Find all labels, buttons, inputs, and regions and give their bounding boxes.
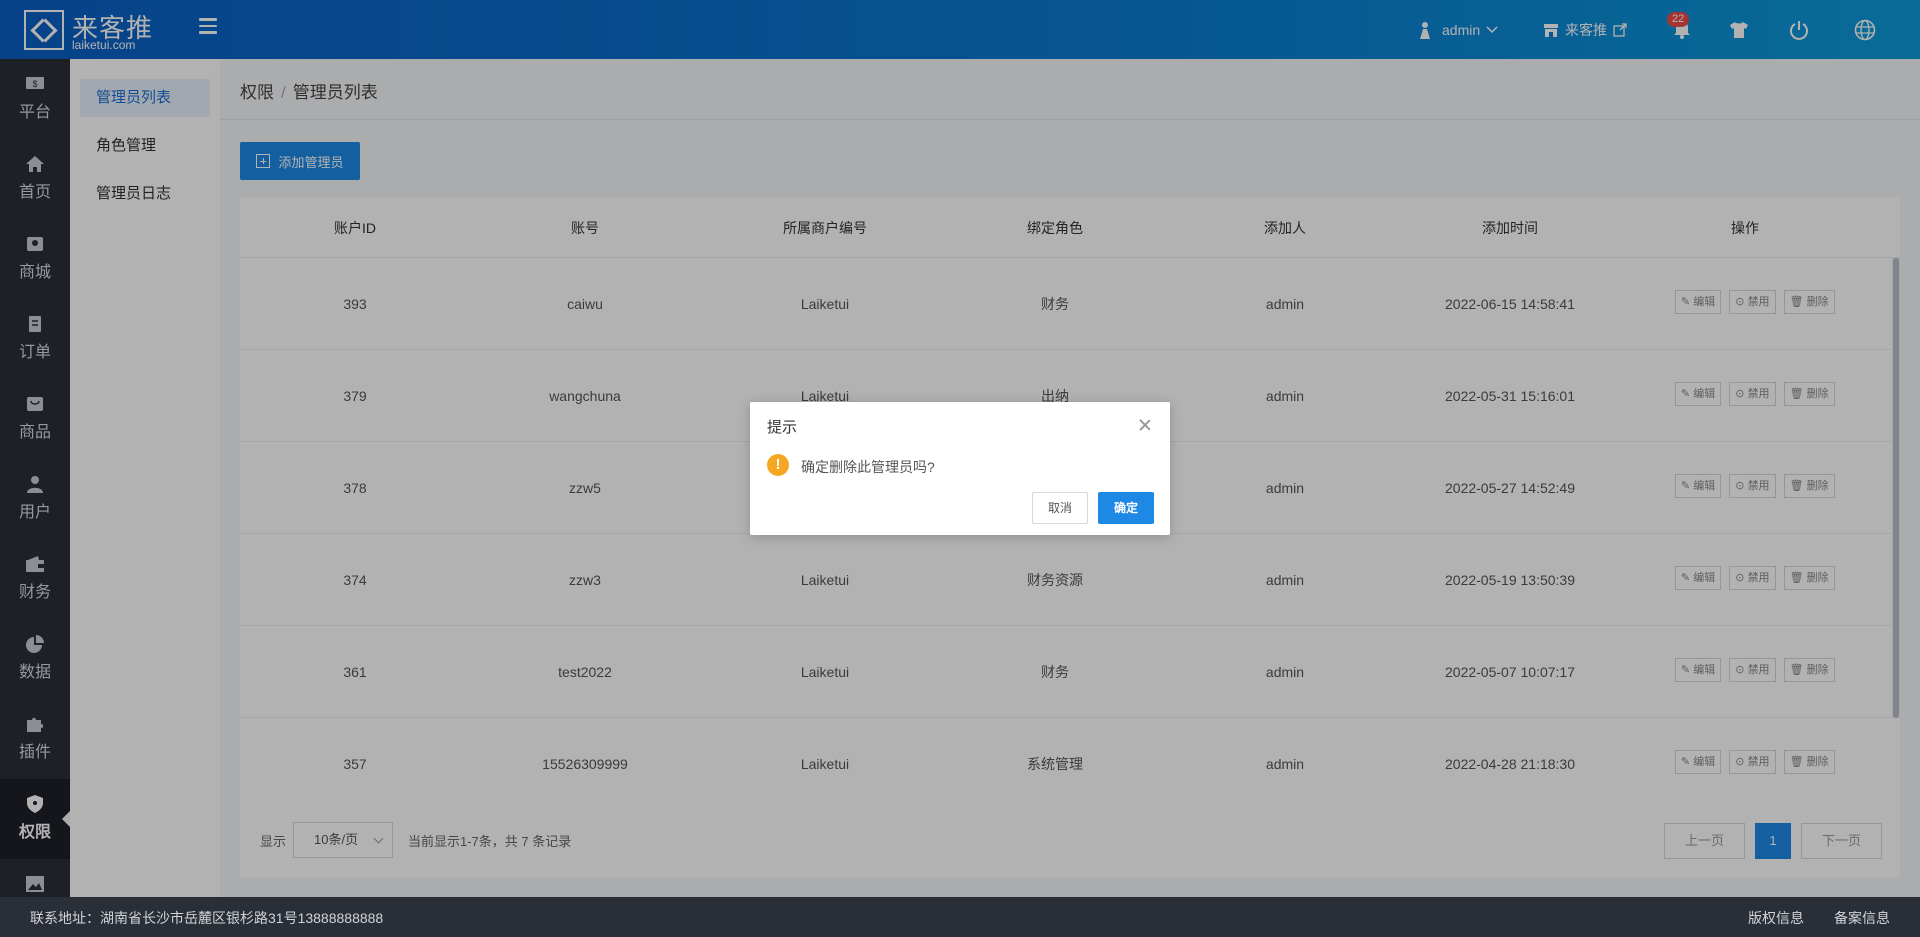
confirm-button[interactable]: 确定 [1098,492,1154,524]
footer: 联系地址：湖南省长沙市岳麓区银杉路31号13888888888 版权信息 备案信… [0,897,1920,937]
warning-icon: ! [767,454,789,476]
beian-link[interactable]: 备案信息 [1834,908,1890,928]
dialog-title: 提示 [767,419,798,436]
cancel-button[interactable]: 取消 [1032,492,1088,524]
footer-address: 联系地址：湖南省长沙市岳麓区银杉路31号13888888888 [30,910,384,926]
copyright-link[interactable]: 版权信息 [1748,908,1804,928]
dialog-message: 确定删除此管理员吗? [801,459,935,475]
confirm-dialog: 提示 ! 确定删除此管理员吗? 取消 确定 [750,402,1170,535]
close-icon[interactable] [1138,418,1152,432]
